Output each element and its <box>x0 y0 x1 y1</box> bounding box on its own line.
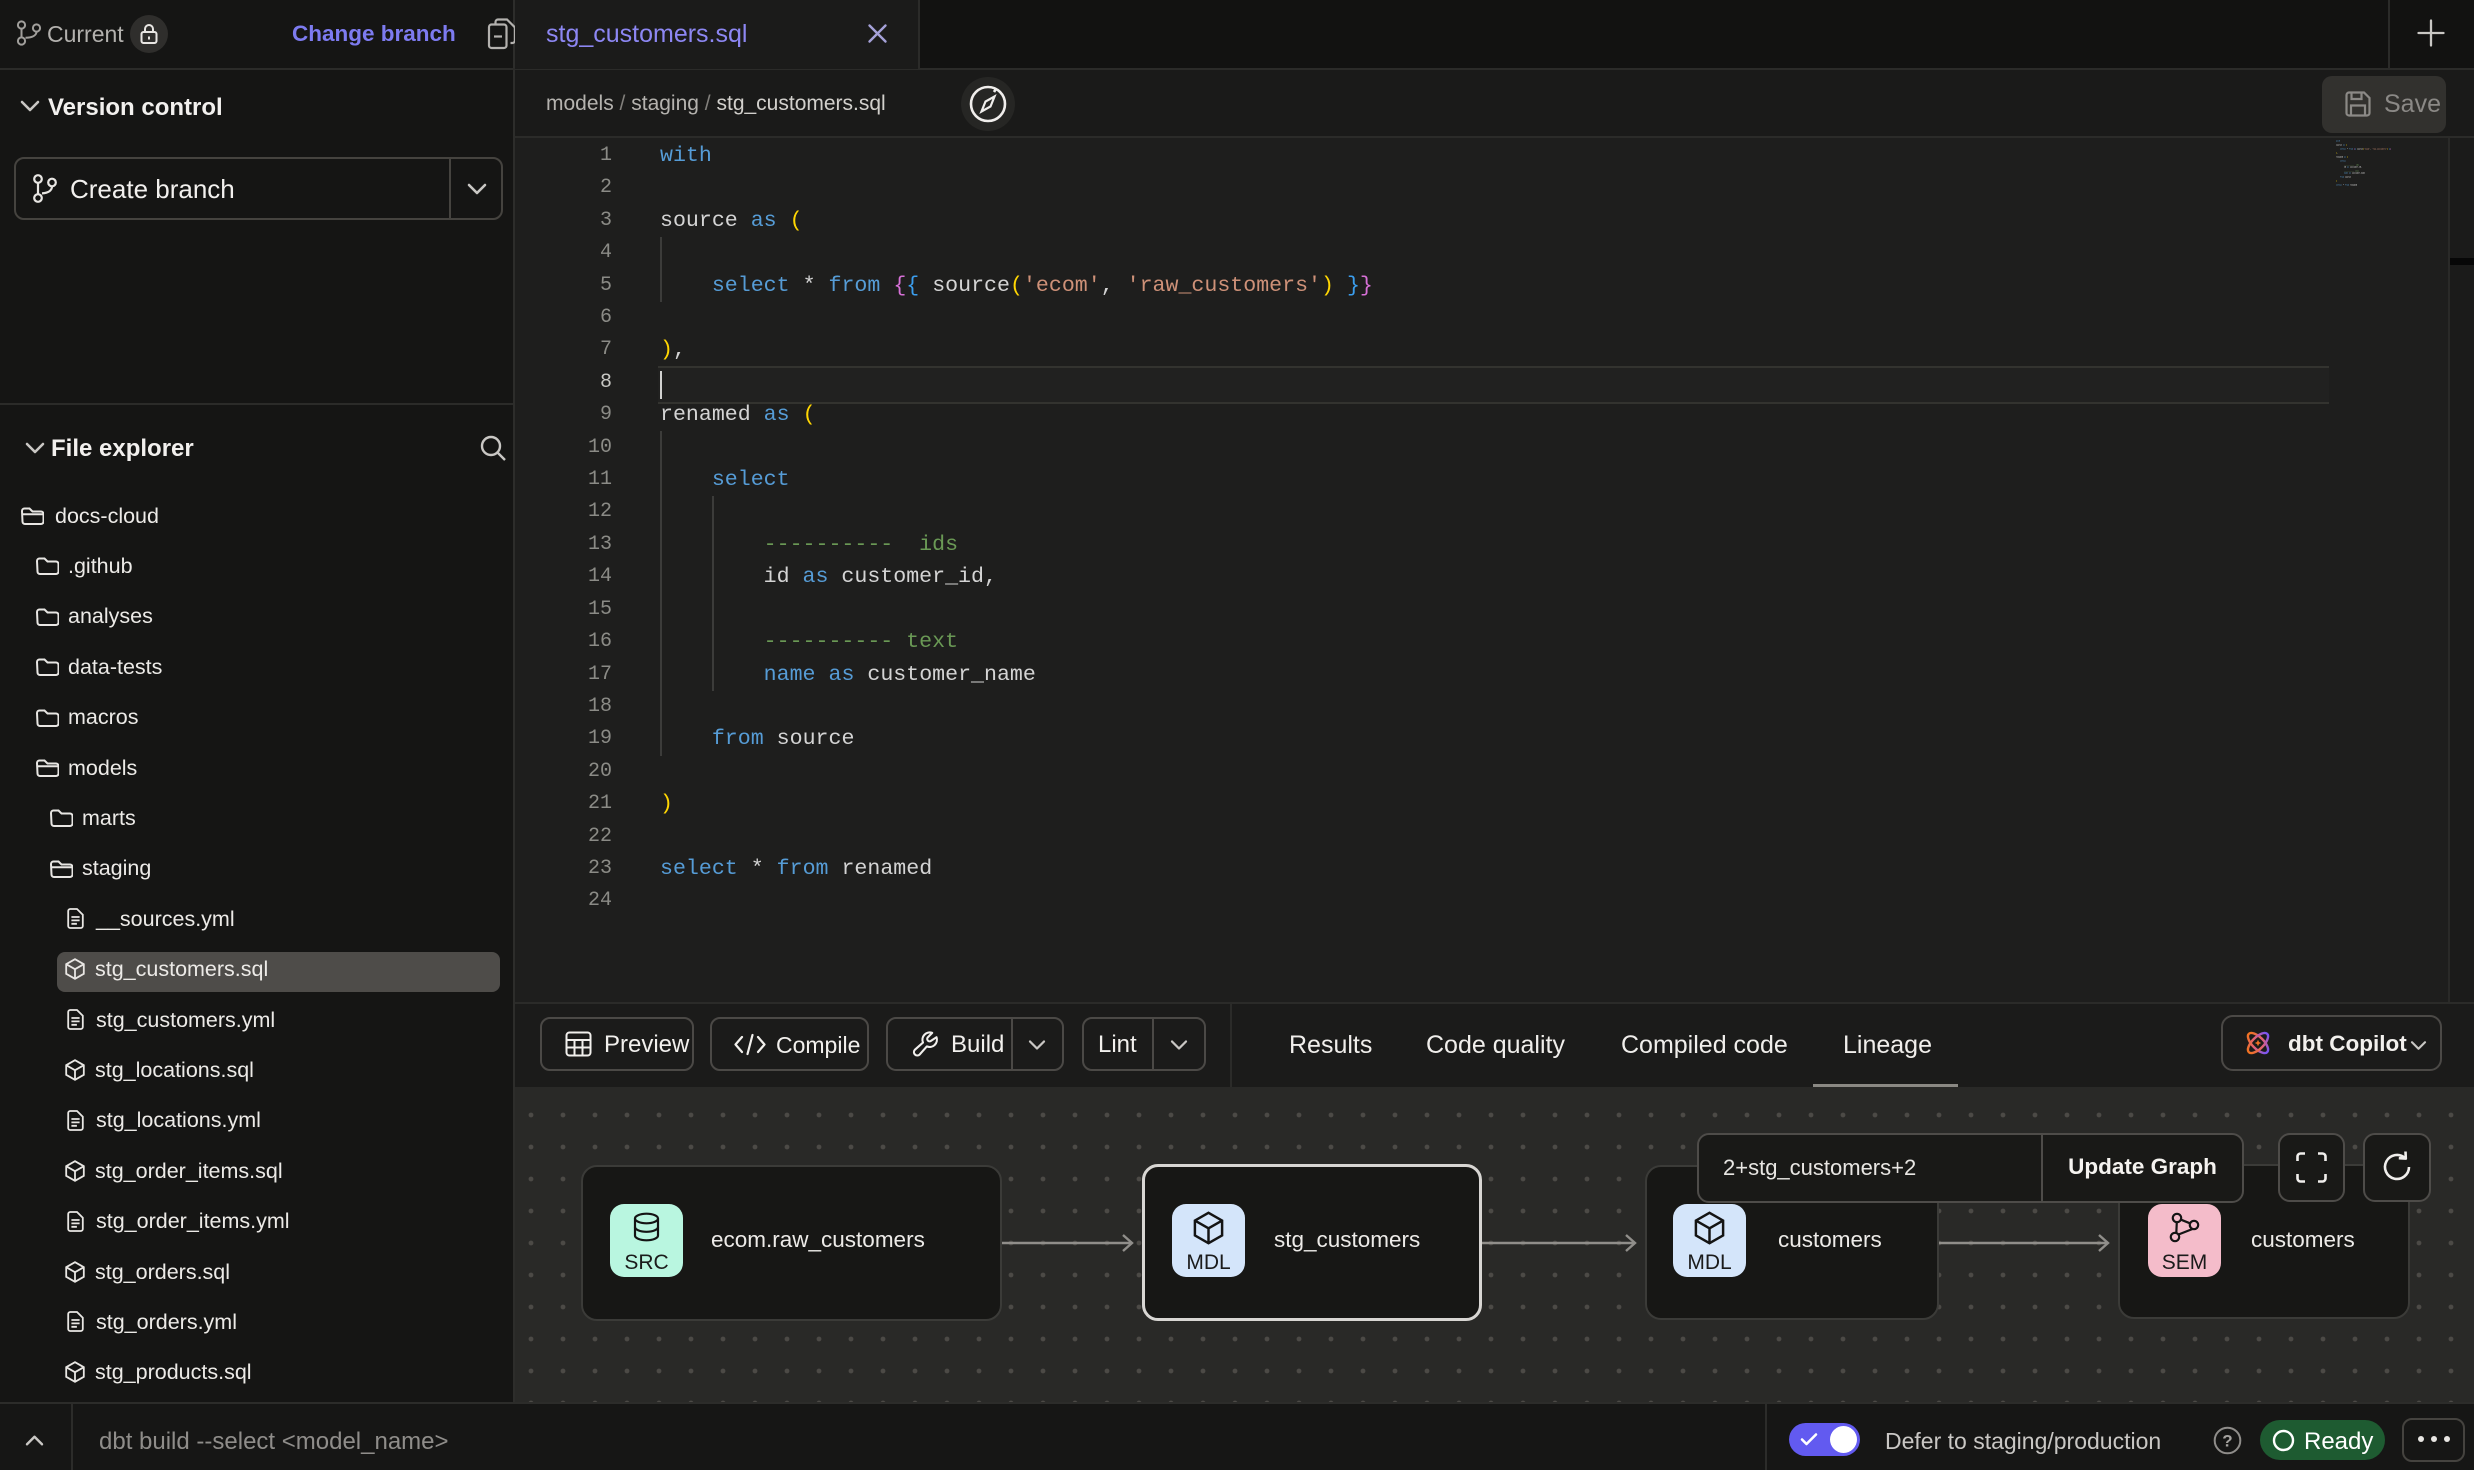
svg-text:?: ? <box>2222 1432 2232 1451</box>
